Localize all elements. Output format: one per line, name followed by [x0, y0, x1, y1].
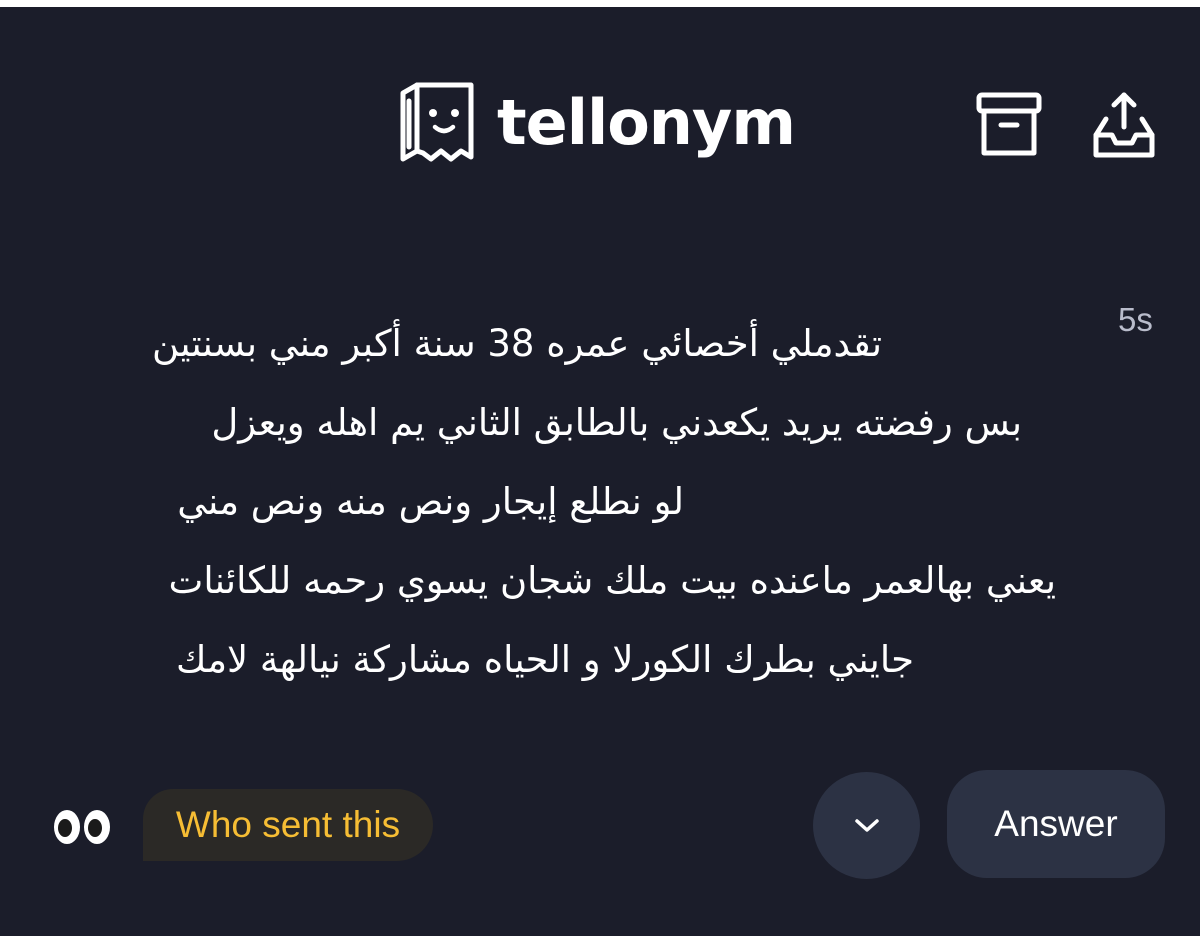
message-line: بس رفضته يريد يكعدني بالطابق الثاني يم ا…	[211, 401, 1022, 444]
app-name: tellonym	[497, 86, 796, 159]
message-line: تقدملي أخصائي عمره 38 سنة أكبر مني بسنتي…	[152, 322, 882, 365]
time-label: 5s	[1118, 301, 1153, 338]
tell-message: تقدملي أخصائي عمره 38 سنة أكبر مني بسنتي…	[40, 304, 1086, 699]
answer-button[interactable]: Answer	[947, 770, 1165, 878]
message-line: جايني بطرك الكورلا و الحياه مشاركة نياله…	[176, 638, 914, 681]
tell-screen: tellonym 5s تقدملي أخصائي عمره 38 سنة أك…	[0, 7, 1200, 936]
app-logo: tellonym	[395, 81, 796, 165]
who-sent-this-button[interactable]: Who sent this	[143, 789, 433, 861]
chevron-down-icon	[854, 818, 879, 832]
eyes-emoji-icon	[54, 810, 110, 844]
paper-bag-face-icon	[400, 82, 474, 162]
archive-box-icon	[976, 92, 1042, 156]
archive-button[interactable]	[971, 85, 1047, 165]
share-upload-icon	[1093, 92, 1155, 158]
message-line: يعني بهالعمر ماعنده بيت ملك شجان يسوي رح…	[168, 559, 1056, 602]
share-button[interactable]	[1086, 85, 1162, 165]
message-line: لو نطلع إيجار ونص منه ونص مني	[177, 480, 684, 523]
expand-button[interactable]	[813, 772, 920, 879]
